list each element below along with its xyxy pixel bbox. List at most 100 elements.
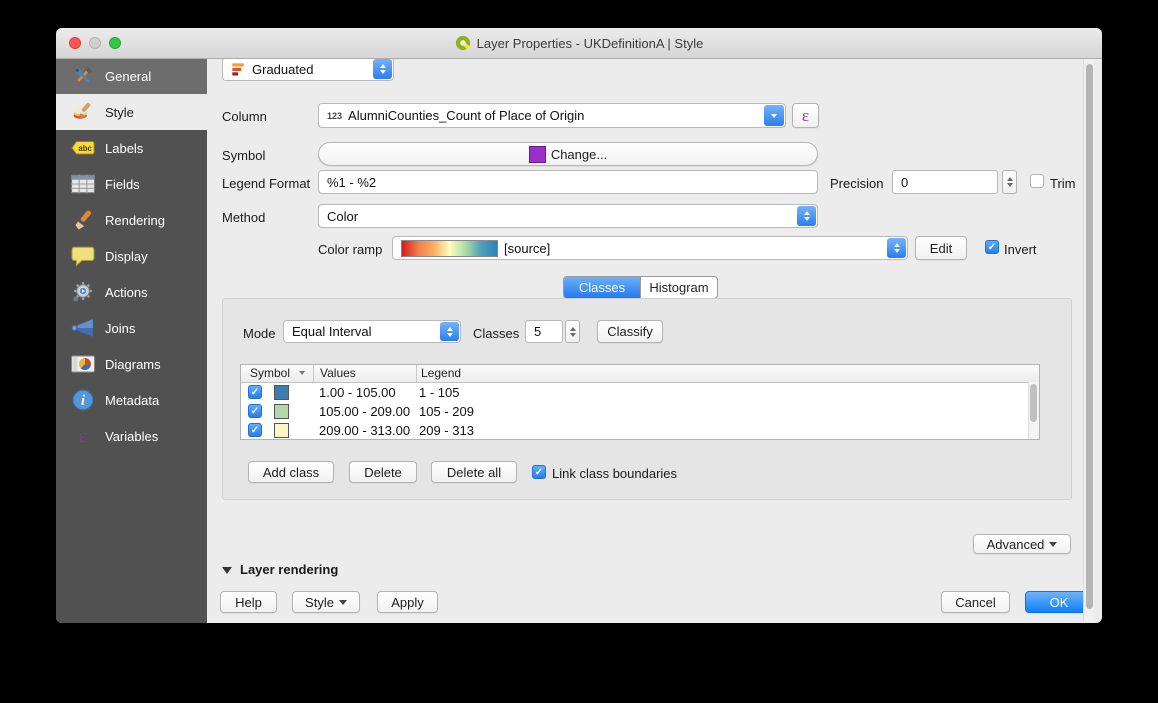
class-color-swatch[interactable]: [274, 385, 289, 400]
cancel-button[interactable]: Cancel: [941, 591, 1010, 613]
add-class-button[interactable]: Add class: [248, 461, 334, 483]
sort-indicator-icon: [299, 371, 305, 375]
class-color-swatch[interactable]: [274, 423, 289, 438]
symbol-change-button[interactable]: Change...: [318, 142, 818, 166]
display-icon: [69, 244, 96, 268]
sidebar-item-actions[interactable]: Actions: [56, 274, 207, 310]
class-row[interactable]: 209.00 - 313.00209 - 313: [241, 421, 1039, 440]
sidebar-item-fields[interactable]: Fields: [56, 166, 207, 202]
disclosure-triangle-icon[interactable]: [222, 567, 232, 574]
precision-stepper[interactable]: [1002, 170, 1017, 194]
general-icon: [69, 64, 96, 88]
header-legend[interactable]: Legend: [421, 366, 461, 380]
class-row[interactable]: 1.00 - 105.00 1 - 105: [241, 383, 1039, 402]
sidebar-item-label: Fields: [105, 177, 140, 192]
table-scrollbar[interactable]: [1028, 382, 1039, 439]
class-visibility-checkbox[interactable]: [248, 385, 262, 399]
sidebar-item-label: Display: [105, 249, 148, 264]
dropdown-arrow-icon[interactable]: [764, 105, 784, 126]
combo-stepper-icon[interactable]: [373, 59, 392, 79]
trim-checkbox[interactable]: [1030, 174, 1044, 188]
precision-label: Precision: [830, 176, 883, 191]
sidebar-item-joins[interactable]: Joins: [56, 310, 207, 346]
class-visibility-checkbox[interactable]: [248, 404, 262, 418]
help-button[interactable]: Help: [220, 591, 277, 613]
sidebar-item-label: Joins: [105, 321, 135, 336]
sidebar-item-labels[interactable]: abc Labels: [56, 130, 207, 166]
sidebar-item-label: Labels: [105, 141, 143, 156]
variables-icon: ε: [69, 424, 96, 448]
table-scrollbar-thumb[interactable]: [1030, 384, 1037, 422]
tab-classes[interactable]: Classes: [564, 277, 640, 298]
zoom-button[interactable]: [109, 37, 121, 49]
diagrams-icon: [69, 352, 96, 376]
classes-count-label: Classes: [473, 326, 519, 341]
precision-input[interactable]: 0: [892, 170, 998, 194]
advanced-button[interactable]: Advanced: [973, 534, 1071, 554]
delete-button[interactable]: Delete: [349, 461, 417, 483]
header-symbol[interactable]: Symbol: [250, 366, 290, 380]
svg-text:abc: abc: [78, 144, 92, 153]
tab-histogram[interactable]: Histogram: [640, 277, 717, 298]
style-icon: [69, 100, 96, 124]
class-legend: 209 - 313: [419, 423, 474, 438]
link-class-boundaries-checkbox[interactable]: [532, 465, 546, 479]
class-visibility-checkbox[interactable]: [248, 423, 262, 437]
caret-down-icon: [339, 600, 347, 605]
graduated-icon: [231, 62, 246, 77]
classes-count-input[interactable]: 5: [525, 320, 563, 343]
class-legend: 1 - 105: [419, 385, 459, 400]
combo-stepper-icon[interactable]: [440, 322, 459, 341]
sidebar-item-rendering[interactable]: Rendering: [56, 202, 207, 238]
combo-stepper-icon[interactable]: [797, 206, 816, 226]
classes-histogram-tabs: ClassesHistogram: [563, 276, 718, 299]
svg-text:i: i: [81, 393, 85, 409]
sidebar-item-label: General: [105, 69, 151, 84]
sidebar-item-display[interactable]: Display: [56, 238, 207, 274]
sidebar-item-variables[interactable]: ε Variables: [56, 418, 207, 454]
class-legend: 105 - 209: [419, 404, 474, 419]
sidebar-item-label: Variables: [105, 429, 158, 444]
fields-icon: [69, 172, 96, 196]
rendering-icon: [69, 208, 96, 232]
apply-button[interactable]: Apply: [377, 591, 438, 613]
dialog-scrollbar-thumb[interactable]: [1086, 64, 1093, 609]
classes-count-stepper[interactable]: [565, 320, 580, 343]
screen: Layer Properties - UKDefinitionA | Style…: [0, 0, 1158, 703]
classes-table: Symbol Values Legend 1.00 - 105.00 1 - 10…: [240, 364, 1040, 440]
classes-table-header: Symbol Values Legend: [241, 365, 1039, 383]
dialog-scrollbar[interactable]: [1083, 59, 1094, 622]
close-button[interactable]: [69, 37, 81, 49]
color-ramp-combo[interactable]: [source]: [392, 236, 908, 260]
sidebar-item-label: Style: [105, 105, 134, 120]
delete-all-button[interactable]: Delete all: [431, 461, 517, 483]
class-color-swatch[interactable]: [274, 404, 289, 419]
mode-label: Mode: [243, 326, 276, 341]
expression-button[interactable]: ε: [792, 103, 819, 128]
header-values[interactable]: Values: [320, 366, 356, 380]
titlebar[interactable]: Layer Properties - UKDefinitionA | Style: [56, 28, 1102, 59]
invert-checkbox[interactable]: [985, 240, 999, 254]
qgis-icon: [455, 35, 471, 51]
window-title: Layer Properties - UKDefinitionA | Style: [146, 28, 1012, 58]
method-label: Method: [222, 210, 265, 225]
legend-format-input[interactable]: %1 - %2: [318, 170, 818, 194]
minimize-button[interactable]: [89, 37, 101, 49]
mode-combo[interactable]: Equal Interval: [283, 320, 461, 343]
edit-ramp-button[interactable]: Edit: [915, 236, 967, 260]
style-menu-button[interactable]: Style: [292, 591, 360, 613]
class-row[interactable]: 105.00 - 209.00105 - 209: [241, 402, 1039, 421]
layer-rendering-header[interactable]: Layer rendering: [240, 562, 338, 577]
method-combo[interactable]: Color: [318, 204, 818, 228]
classify-button[interactable]: Classify: [597, 320, 663, 343]
sidebar-item-style[interactable]: Style: [56, 94, 207, 130]
class-values: 1.00 - 105.00: [319, 385, 396, 400]
sidebar-item-diagrams[interactable]: Diagrams: [56, 346, 207, 382]
combo-stepper-icon[interactable]: [887, 238, 906, 258]
sidebar-item-label: Diagrams: [105, 357, 161, 372]
numeric-field-icon: 123: [327, 111, 342, 121]
sidebar-item-metadata[interactable]: iMetadata: [56, 382, 207, 418]
renderer-type-combo[interactable]: Graduated: [222, 57, 394, 81]
column-combo[interactable]: 123 AlumniCounties_Count of Place of Ori…: [318, 103, 786, 128]
sidebar-item-general[interactable]: General: [56, 58, 207, 94]
